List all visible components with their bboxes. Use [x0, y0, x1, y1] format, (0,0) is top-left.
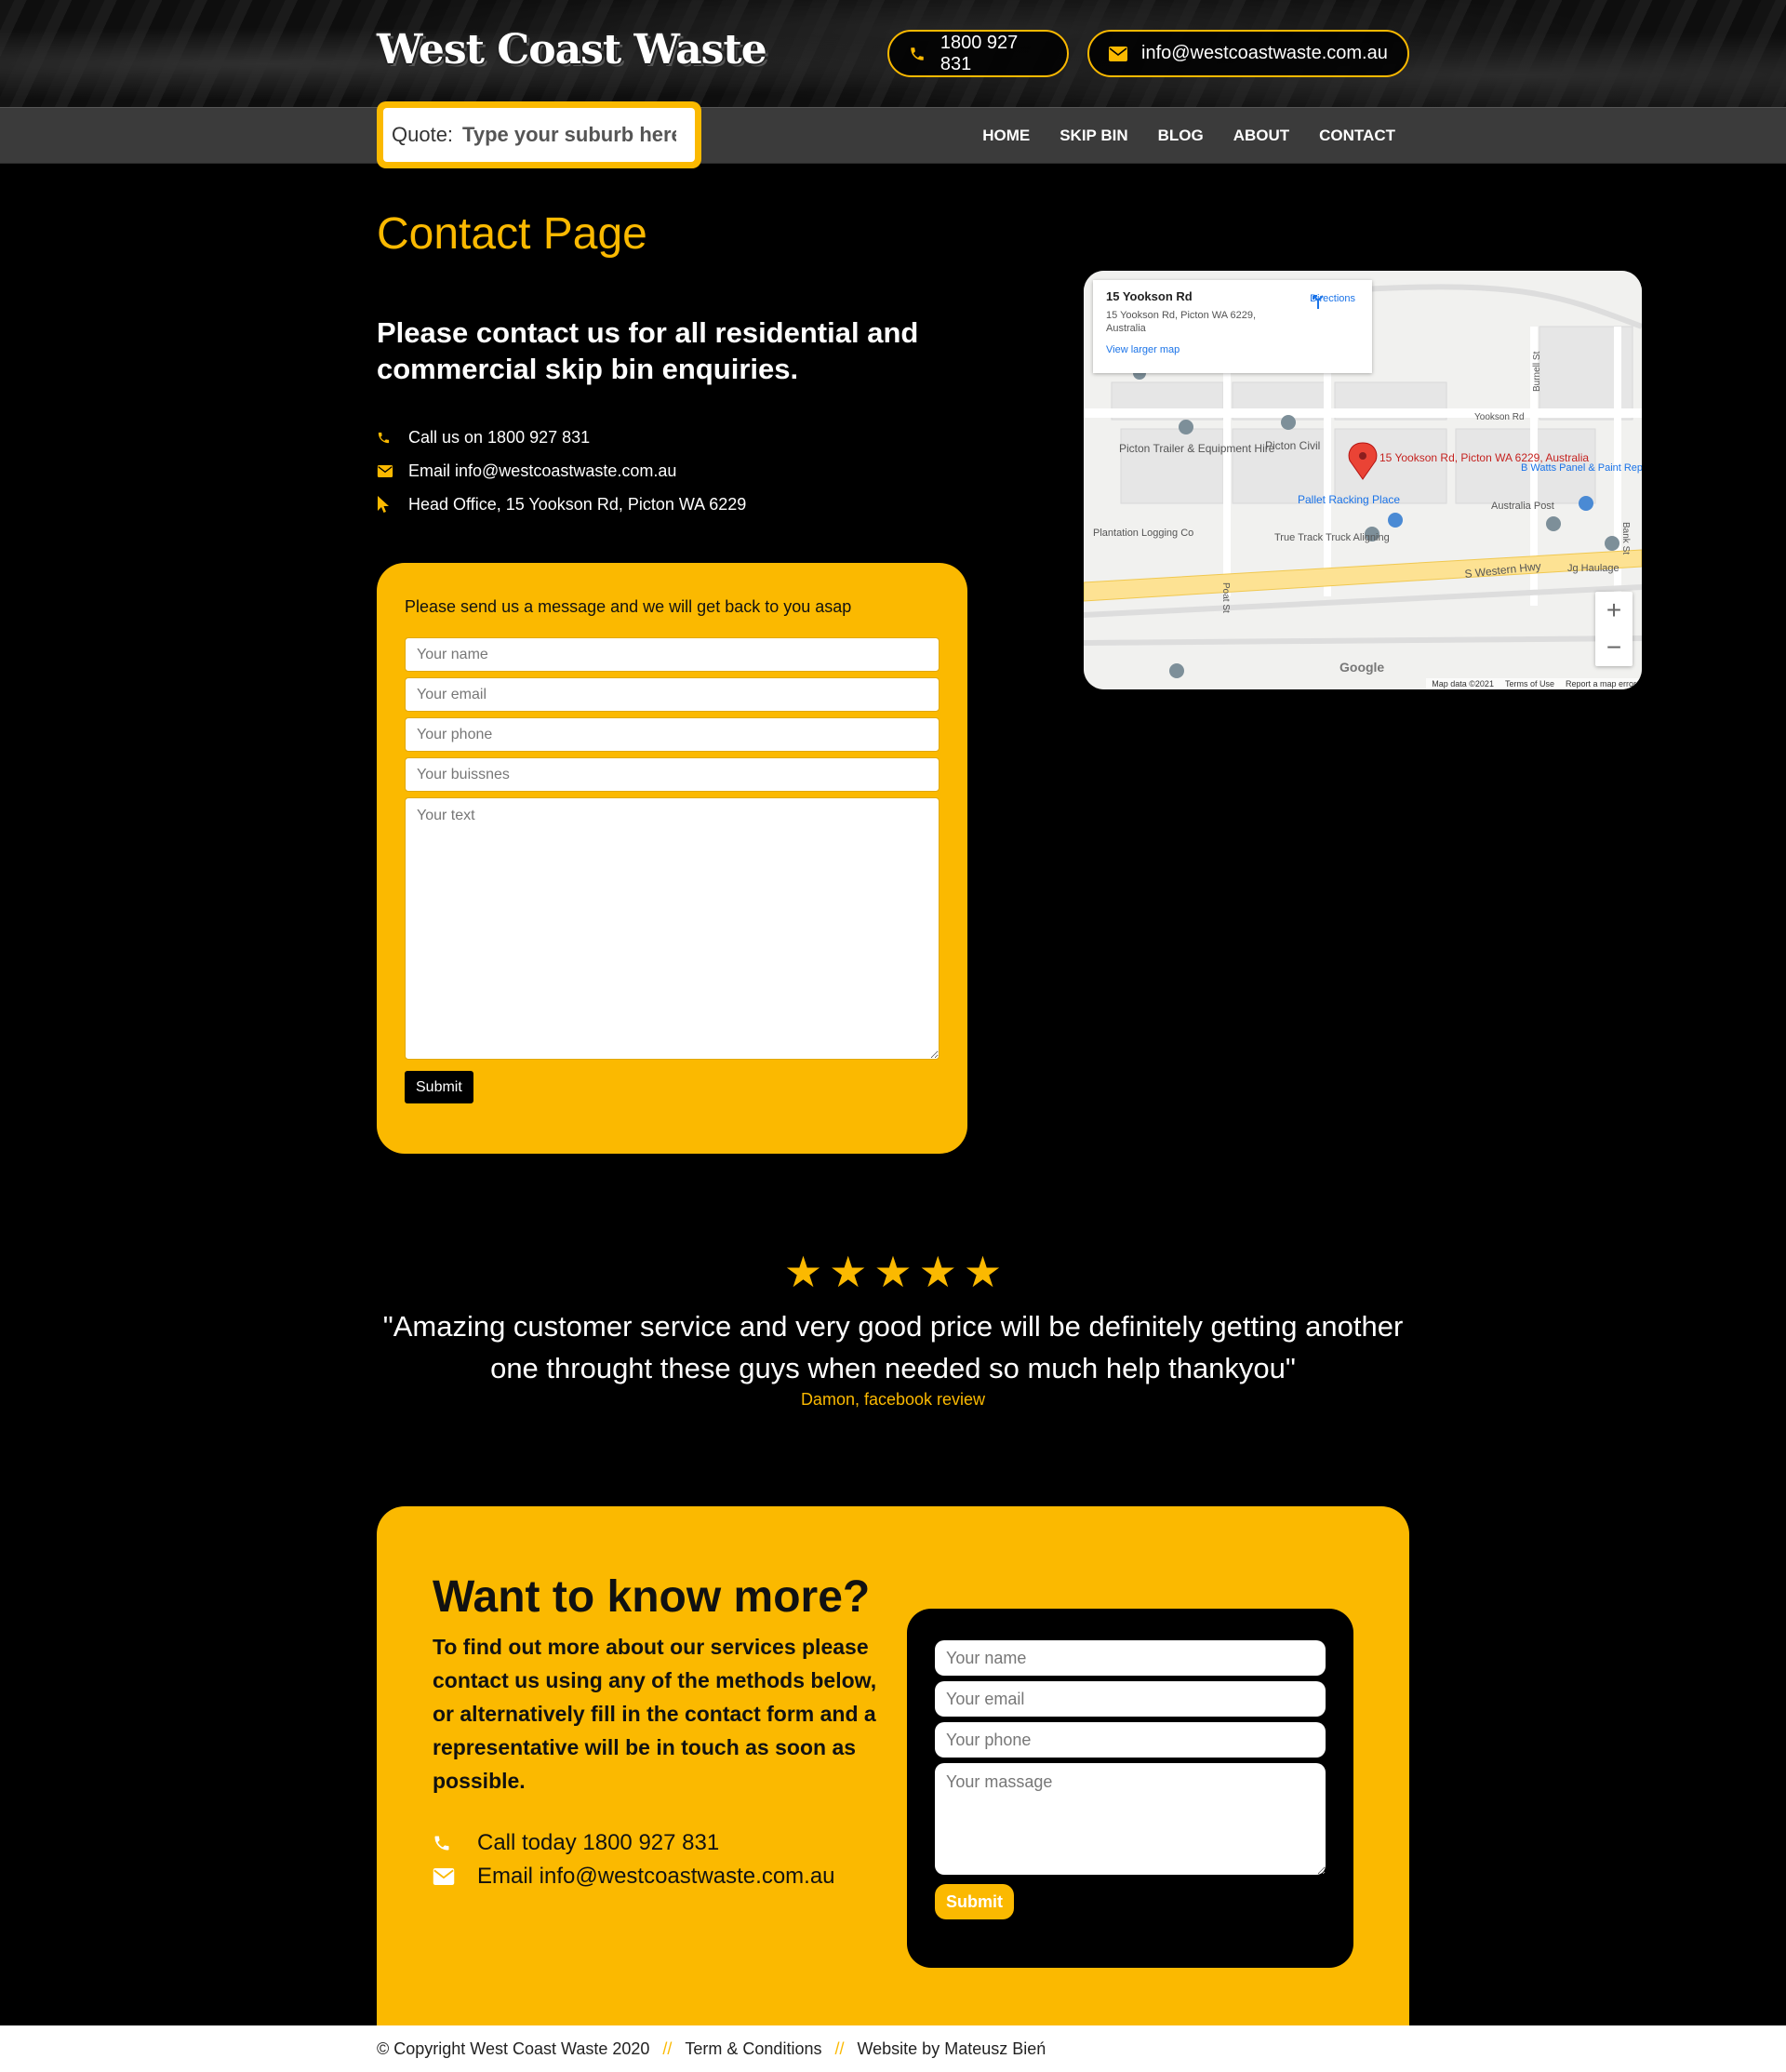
map-label: Pallet Racking Place — [1298, 493, 1400, 506]
review-author: Damon, facebook review — [800, 1390, 986, 1409]
quote-box: Quote: — [377, 101, 701, 168]
zoom-in-button[interactable]: + — [1595, 592, 1633, 629]
star-icon: ★ — [829, 1248, 868, 1296]
main-nav: HOME SKIP BIN BLOG ABOUT CONTACT — [982, 107, 1395, 164]
map-terms-link[interactable]: Terms of Use — [1505, 679, 1554, 688]
map-label: Australia Post — [1491, 501, 1554, 512]
map-pin-label: 15 Yookson Rd, Picton WA 6229, Australia — [1379, 451, 1589, 464]
header-phone-text: 1800 927 831 — [940, 32, 1019, 74]
footer-separator: // — [834, 2039, 845, 2058]
quote-field: Quote: — [383, 108, 695, 162]
map-card-address: 15 Yookson Rd, Picton WA 6229, Australia — [1106, 310, 1257, 334]
map-label: Plantation Logging Co — [1093, 528, 1193, 539]
site-footer: © Copyright West Coast Waste 2020 // Ter… — [0, 2025, 1786, 2072]
star-icon: ★ — [918, 1248, 957, 1296]
zoom-out-button[interactable]: − — [1595, 629, 1633, 666]
envelope-icon — [377, 464, 393, 477]
site-logo[interactable]: West Coast Waste — [377, 26, 767, 74]
more-message-textarea[interactable] — [935, 1763, 1326, 1875]
map-label: Poat St — [1220, 582, 1231, 613]
map-label: Yookson Rd — [1474, 412, 1525, 422]
map-label: Jg Haulage — [1567, 563, 1619, 574]
more-info-section: Want to know more? To find out more abou… — [377, 1506, 1409, 2072]
nav-home[interactable]: HOME — [982, 127, 1030, 145]
phone-icon — [908, 44, 927, 64]
message-textarea[interactable] — [405, 797, 940, 1060]
star-icon: ★ — [783, 1248, 823, 1296]
nav-about[interactable]: ABOUT — [1233, 127, 1289, 145]
footer-copyright: © Copyright West Coast Waste 2020 — [377, 2039, 650, 2058]
header-email-button[interactable]: info@westcoastwaste.com.au — [1087, 30, 1409, 77]
message-form-hint: Please send us a message and we will get… — [405, 597, 852, 616]
star-icon: ★ — [873, 1248, 913, 1296]
quote-label: Quote: — [392, 123, 454, 146]
nav-bar — [0, 107, 1786, 164]
more-email-input[interactable] — [935, 1681, 1326, 1717]
contact-info-address-text: Head Office, 15 Yookson Rd, Picton WA 62… — [408, 494, 747, 514]
footer-separator: // — [662, 2039, 673, 2058]
contact-info-list: Call us on 1800 927 831 Email info@westc… — [377, 421, 746, 521]
nav-contact[interactable]: CONTACT — [1319, 127, 1395, 145]
view-larger-map-link[interactable]: View larger map — [1106, 344, 1359, 355]
more-email[interactable]: Email info@westcoastwaste.com.au — [433, 1860, 835, 1893]
more-email-text: Email info@westcoastwaste.com.au — [477, 1864, 835, 1889]
contact-info-email-text: Email info@westcoastwaste.com.au — [408, 461, 677, 480]
pointer-icon — [377, 496, 393, 513]
map-footer: Map data ©2021 Terms of Use Report a map… — [1426, 678, 1642, 689]
more-contact-list: Call today 1800 927 831 Email info@westc… — [433, 1826, 835, 1893]
more-title: Want to know more? — [433, 1572, 871, 1622]
map-label: True Track Truck Aligning — [1274, 532, 1390, 543]
page-title: Contact Page — [377, 209, 647, 259]
directions-button[interactable]: Directions — [1310, 293, 1355, 309]
message-form: Please send us a message and we will get… — [377, 563, 967, 1154]
footer-credit-link[interactable]: Website by Mateusz Bień — [857, 2039, 1046, 2059]
rating-stars: ★ ★ ★ ★ ★ — [0, 1250, 1786, 1293]
google-logo: Google — [1340, 660, 1385, 675]
map-label: Picton Trailer & Equipment Hire — [1119, 442, 1275, 455]
google-map[interactable]: Picton Trailer & Equipment Hire Picton C… — [1084, 271, 1642, 689]
contact-info-phone[interactable]: Call us on 1800 927 831 — [377, 421, 746, 454]
envelope-icon — [1108, 44, 1128, 64]
nav-blog[interactable]: BLOG — [1158, 127, 1204, 145]
more-call-text: Call today 1800 927 831 — [477, 1830, 720, 1855]
phone-input[interactable] — [405, 717, 940, 752]
nav-skip-bin[interactable]: SKIP BIN — [1060, 127, 1127, 145]
review-text: "Amazing customer service and very good … — [382, 1310, 1404, 1384]
business-input[interactable] — [405, 757, 940, 792]
more-phone-input[interactable] — [935, 1722, 1326, 1758]
submit-button[interactable]: Submit — [405, 1071, 473, 1103]
footer-terms-link[interactable]: Term & Conditions — [685, 2039, 821, 2059]
star-icon: ★ — [963, 1248, 1003, 1296]
map-report-link[interactable]: Report a map error — [1566, 679, 1636, 688]
map-label: Burnell St — [1532, 351, 1542, 392]
map-info-card: 15 Yookson Rd 15 Yookson Rd, Picton WA 6… — [1093, 280, 1372, 373]
suburb-search-input[interactable] — [462, 123, 677, 147]
header-phone-button[interactable]: 1800 927 831 — [887, 30, 1069, 77]
contact-lead: Please contact us for all residential an… — [377, 316, 919, 385]
envelope-icon — [433, 1868, 455, 1885]
more-contact-form: Submit — [907, 1609, 1353, 1968]
name-input[interactable] — [405, 637, 940, 672]
email-input[interactable] — [405, 677, 940, 712]
more-submit-button[interactable]: Submit — [935, 1884, 1014, 1919]
more-call[interactable]: Call today 1800 927 831 — [433, 1826, 835, 1860]
map-data-text: Map data ©2021 — [1432, 679, 1494, 688]
map-label: Bank St — [1620, 522, 1631, 555]
phone-icon — [377, 431, 393, 445]
map-label: Picton Civil — [1265, 439, 1320, 452]
header-email-text: info@westcoastwaste.com.au — [1141, 43, 1388, 63]
map-zoom-controls: + − — [1595, 592, 1633, 666]
contact-info-email[interactable]: Email info@westcoastwaste.com.au — [377, 454, 746, 488]
more-name-input[interactable] — [935, 1640, 1326, 1676]
contact-info-address: Head Office, 15 Yookson Rd, Picton WA 62… — [377, 488, 746, 521]
more-description: To find out more about our services plea… — [433, 1635, 877, 1793]
phone-icon — [433, 1834, 455, 1852]
contact-info-phone-text: Call us on 1800 927 831 — [408, 427, 591, 447]
